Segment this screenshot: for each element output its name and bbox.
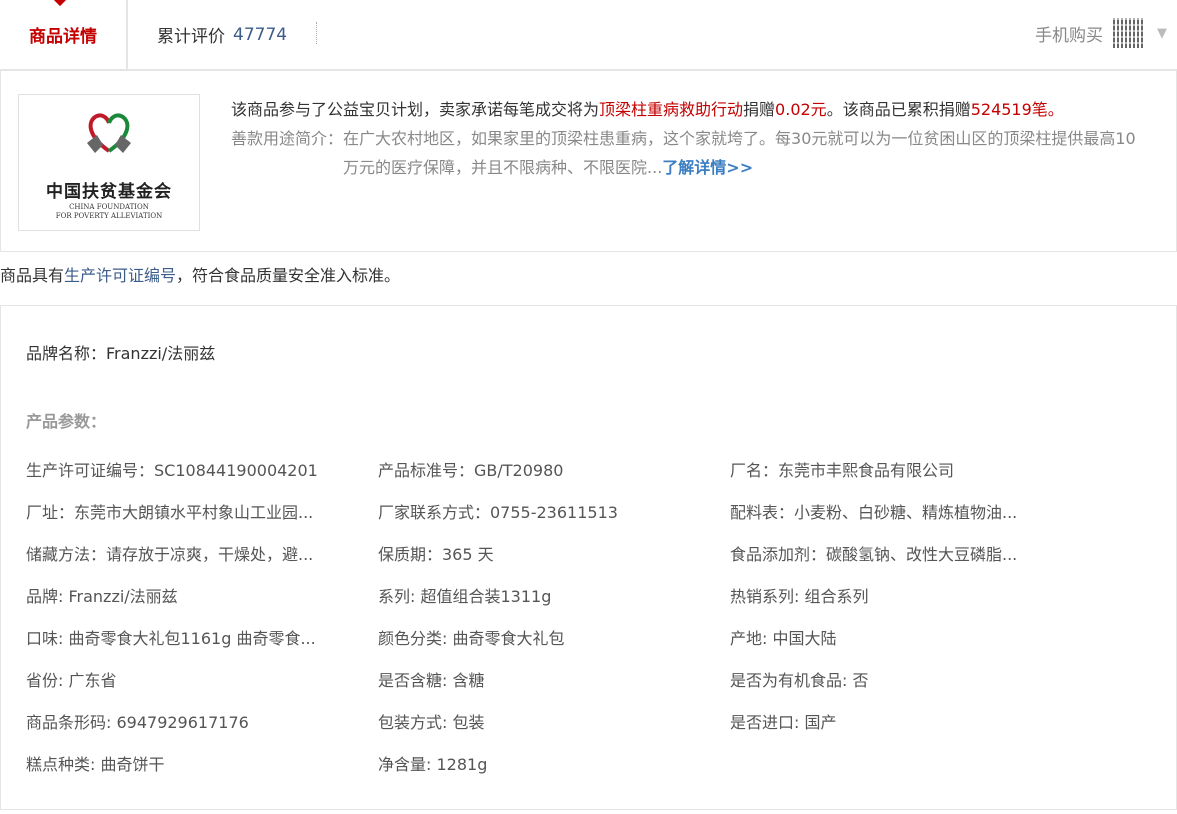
tab-divider (316, 22, 317, 44)
charity-description: 该商品参与了公益宝贝计划，卖家承诺每笔成交将为顶梁柱重病救助行动捐赠0.02元。… (231, 95, 1146, 182)
donation-amount: 0.02元 (775, 100, 827, 119)
param-item: 系列: 超值组合装1311g (378, 587, 552, 606)
tab-reviews[interactable]: 累计评价 47774 (157, 0, 287, 69)
logo-org-name-en-2: FOR POVERTY ALLEVIATION (55, 212, 163, 220)
learn-more-link[interactable]: 了解详情>> (662, 158, 753, 177)
reviews-count: 47774 (233, 24, 288, 45)
param-item: 是否含糖: 含糖 (378, 671, 485, 690)
charity-panel: 中国扶贫基金会 CHINA FOUNDATION FOR POVERTY ALL… (0, 71, 1177, 252)
param-item: 产地: 中国大陆 (730, 629, 837, 648)
license-prefix: 商品具有 (0, 266, 65, 285)
param-item (730, 755, 1082, 797)
brand-name: 品牌名称：Franzzi/法丽兹 (26, 344, 216, 363)
charity-project: 顶梁柱重病救助行动 (599, 100, 744, 119)
param-item: 净含量: 1281g (378, 755, 488, 774)
param-item: 厂名：东莞市丰熙食品有限公司 (730, 461, 955, 480)
donation-total: 524519 (970, 100, 1032, 119)
usage-body: 在广大农村地区，如果家里的顶梁柱患重病，这个家就垮了。每30元就可以为一位贫困山… (343, 124, 1146, 182)
param-item: 储藏方法：请存放于凉爽，干燥处，避... (26, 545, 314, 564)
heart-hands-icon (87, 113, 131, 153)
param-item: 热销系列: 组合系列 (730, 587, 869, 606)
param-item: 品牌: Franzzi/法丽兹 (26, 587, 178, 606)
params-row: 商品条形码: 6947929617176 包装方式: 包装 是否进口: 国产 (26, 713, 1156, 755)
param-item: 商品条形码: 6947929617176 (26, 713, 249, 732)
params-row: 生产许可证编号：SC10844190004201 产品标准号：GB/T20980… (26, 461, 1156, 503)
param-item: 是否为有机食品: 否 (730, 671, 869, 690)
tab-product-details[interactable]: 商品详情 (0, 0, 128, 69)
usage-label: 善款用途简介： (231, 129, 344, 148)
active-tab-marker (52, 0, 68, 7)
pledge-text-a: 该商品参与了公益宝贝计划，卖家承诺每笔成交将为 (231, 100, 600, 119)
params-row: 口味: 曲奇零食大礼包1161g 曲奇零食... 颜色分类: 曲奇零食大礼包 产… (26, 629, 1156, 671)
params-row: 储藏方法：请存放于凉爽，干燥处，避... 保质期：365 天 食品添加剂：碳酸氢… (26, 545, 1156, 587)
params-title: 产品参数： (26, 412, 107, 431)
logo-org-name-en-1: CHINA FOUNDATION (69, 203, 149, 211)
param-item: 糕点种类: 曲奇饼干 (26, 755, 165, 774)
param-item: 产品标准号：GB/T20980 (378, 461, 564, 480)
logo-org-name-cn: 中国扶贫基金会 (46, 182, 172, 202)
param-item: 食品添加剂：碳酸氢钠、改性大豆磷脂... (730, 545, 1018, 564)
param-item: 是否进口: 国产 (730, 713, 837, 732)
params-row: 品牌: Franzzi/法丽兹 系列: 超值组合装1311g 热销系列: 组合系… (26, 587, 1156, 629)
param-item: 口味: 曲奇零食大礼包1161g 曲奇零食... (26, 629, 316, 648)
tab-reviews-label: 累计评价 (157, 27, 225, 47)
pledge-text-d: 笔。 (1031, 100, 1064, 119)
param-item: 省份: 广东省 (26, 671, 117, 690)
mobile-buy-label: 手机购买 (1035, 25, 1103, 46)
mobile-buy[interactable]: 手机购买 ▼ (1035, 13, 1167, 53)
chevron-down-icon[interactable]: ▼ (1157, 26, 1167, 41)
license-notice: 商品具有生产许可证编号，符合食品质量安全准入标准。 (0, 262, 400, 286)
pledge-text-c: 。该商品已累积捐赠 (826, 100, 971, 119)
param-item: 配料表：小麦粉、白砂糖、精炼植物油... (730, 503, 1018, 522)
params-row: 糕点种类: 曲奇饼干 净含量: 1281g (26, 755, 1156, 797)
tab-bar: 商品详情 累计评价 47774 手机购买 ▼ (0, 0, 1177, 71)
params-row: 厂址：东莞市大朗镇水平村象山工业园... 厂家联系方式：0755-2361151… (26, 503, 1156, 545)
qr-code-icon[interactable] (1113, 18, 1143, 48)
params-grid: 生产许可证编号：SC10844190004201 产品标准号：GB/T20980… (26, 461, 1156, 797)
product-params-panel: 品牌名称：Franzzi/法丽兹 产品参数： 生产许可证编号：SC1084419… (0, 305, 1177, 810)
pledge-text-b: 捐赠 (743, 100, 776, 119)
param-item: 包装方式: 包装 (378, 713, 485, 732)
logo-org-name-en: CHINA FOUNDATION FOR POVERTY ALLEVIATION (19, 203, 199, 221)
license-number-link[interactable]: 生产许可证编号 (64, 266, 176, 285)
param-item: 保质期：365 天 (378, 545, 494, 564)
charity-pledge: 该商品参与了公益宝贝计划，卖家承诺每笔成交将为顶梁柱重病救助行动捐赠0.02元。… (231, 95, 1146, 124)
param-item: 颜色分类: 曲奇零食大礼包 (378, 629, 565, 648)
license-suffix: ，符合食品质量安全准入标准。 (176, 266, 401, 285)
params-row: 省份: 广东省 是否含糖: 含糖 是否为有机食品: 否 (26, 671, 1156, 713)
tab-product-details-label: 商品详情 (29, 27, 97, 47)
param-item: 厂址：东莞市大朗镇水平村象山工业园... (26, 503, 314, 522)
donation-usage: 善款用途简介： 在广大农村地区，如果家里的顶梁柱患重病，这个家就垮了。每30元就… (231, 124, 1146, 182)
charity-logo[interactable]: 中国扶贫基金会 CHINA FOUNDATION FOR POVERTY ALL… (18, 94, 200, 231)
param-item: 生产许可证编号：SC10844190004201 (26, 461, 318, 480)
param-item: 厂家联系方式：0755-23611513 (378, 503, 618, 522)
